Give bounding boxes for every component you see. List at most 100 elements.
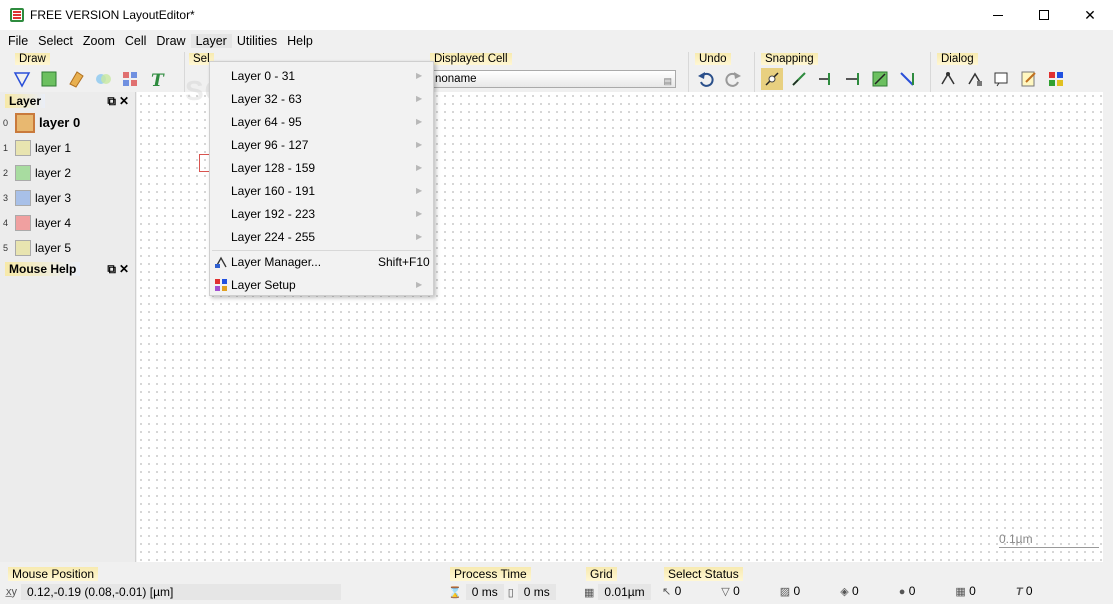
text-tool-icon[interactable]: T	[146, 68, 168, 90]
menu-utilities[interactable]: Utilities	[232, 34, 282, 48]
float-panel-icon[interactable]: ⧉	[107, 94, 116, 109]
close-panel-icon[interactable]: ✕	[119, 262, 129, 277]
layer-row[interactable]: 5 layer 5	[0, 235, 135, 260]
menu-select[interactable]: Select	[33, 34, 78, 48]
displayed-cell-label: Displayed Cell	[430, 53, 512, 65]
menu-item-label: Layer Manager...	[231, 254, 322, 269]
dialog-toolbar: Dialog	[930, 52, 1070, 92]
cell-tree-icon[interactable]	[964, 68, 986, 90]
select-box-icon: ▨	[779, 586, 791, 598]
menu-item-layer-range[interactable]: Layer 192 - 223 ▶	[210, 202, 433, 225]
snap-middle-icon[interactable]	[842, 68, 864, 90]
properties-icon[interactable]	[937, 68, 959, 90]
maximize-button[interactable]	[1021, 0, 1067, 30]
layer-name: layer 4	[35, 215, 72, 230]
menu-help[interactable]: Help	[282, 34, 318, 48]
layer-name: layer 2	[35, 165, 72, 180]
select-count: 0	[1025, 584, 1033, 598]
submenu-arrow-icon: ▶	[416, 94, 423, 103]
layer-row[interactable]: 1 layer 1	[0, 135, 135, 160]
layer-manager-icon	[214, 255, 228, 269]
layer-dock: Layer ⧉ ✕ 0 layer 0 1 layer 1 2 layer 2 3…	[0, 92, 136, 562]
scale-bar-line	[999, 547, 1099, 548]
mouse-help-panel-title: Mouse Help	[5, 262, 81, 276]
undo-toolbar: Undo	[688, 52, 750, 92]
submenu-arrow-icon: ▶	[416, 71, 423, 80]
maximize-icon	[1039, 10, 1049, 20]
macro-editor-icon[interactable]	[1018, 68, 1040, 90]
close-icon: ✕	[1084, 6, 1096, 23]
draw-toolbar: Draw T	[9, 52, 184, 92]
float-panel-icon[interactable]: ⧉	[107, 262, 116, 277]
select-count: 0	[733, 584, 740, 598]
menu-file[interactable]: File	[3, 34, 33, 48]
circle-tool-icon[interactable]	[92, 68, 114, 90]
grid-label: Grid	[586, 567, 617, 581]
minimize-button[interactable]	[975, 0, 1021, 30]
submenu-arrow-icon: ▶	[416, 163, 423, 172]
snap-free-icon[interactable]	[761, 68, 783, 90]
menu-item-shortcut: Shift+F10	[378, 254, 430, 269]
select-circle-icon: ●	[898, 586, 906, 598]
mouse-help-panel-header: Mouse Help ⧉ ✕	[0, 260, 135, 278]
info-icon[interactable]	[991, 68, 1013, 90]
menu-item-layer-manager[interactable]: Layer Manager... Shift+F10	[210, 250, 433, 273]
path-tool-icon[interactable]	[65, 68, 87, 90]
menu-bar: File Select Zoom Cell Draw Layer Utiliti…	[0, 30, 1113, 52]
select-count: 0	[969, 584, 976, 598]
draw-toolbar-label: Draw	[15, 53, 50, 65]
layer-row[interactable]: 0 layer 0	[0, 110, 135, 135]
displayed-cell-select[interactable]: noname ▤	[430, 70, 676, 88]
snap-point-icon[interactable]	[788, 68, 810, 90]
layer-name: layer 3	[35, 190, 72, 205]
menu-item-layer-range[interactable]: Layer 224 - 255 ▶	[210, 225, 433, 248]
menu-item-label: Layer Setup	[231, 277, 296, 292]
layer-swatch	[15, 112, 35, 133]
color-palette-icon[interactable]	[1045, 68, 1067, 90]
menu-item-layer-setup[interactable]: Layer Setup ▶	[210, 273, 433, 296]
select-count: 0	[852, 584, 859, 598]
process-time-value: 0 ms	[465, 584, 504, 600]
snap-grid-icon[interactable]	[869, 68, 891, 90]
minimize-icon	[993, 14, 1003, 16]
menu-item-label: Layer 64 - 95	[231, 114, 302, 129]
scale-bar: 0.1µm	[999, 532, 1099, 548]
layer-swatch	[15, 189, 31, 206]
snapping-toolbar: Snapping	[754, 52, 926, 92]
displayed-cell-value: noname	[435, 73, 477, 85]
layer-row[interactable]: 3 layer 3	[0, 185, 135, 210]
layer-name: layer 0	[39, 115, 81, 130]
close-panel-icon[interactable]: ✕	[119, 94, 129, 109]
xy-icon: x̲y	[6, 586, 17, 598]
box-tool-icon[interactable]	[38, 68, 60, 90]
submenu-arrow-icon: ▶	[416, 232, 423, 241]
menu-item-layer-range[interactable]: Layer 32 - 63 ▶	[210, 87, 433, 110]
layer-row[interactable]: 2 layer 2	[0, 160, 135, 185]
layer-row[interactable]: 4 layer 4	[0, 210, 135, 235]
grid-section: Grid ▦ 0.01µm	[580, 564, 656, 602]
menu-item-label: Layer 160 - 191	[231, 183, 316, 198]
menu-item-layer-range[interactable]: Layer 64 - 95 ▶	[210, 110, 433, 133]
menu-draw[interactable]: Draw	[151, 34, 190, 48]
undo-icon[interactable]	[695, 68, 717, 90]
redo-icon[interactable]	[722, 68, 744, 90]
layer-number: 1	[3, 142, 9, 153]
menu-zoom[interactable]: Zoom	[78, 34, 120, 48]
menu-item-layer-range[interactable]: Layer 128 - 159 ▶	[210, 156, 433, 179]
array-tool-icon[interactable]	[119, 68, 141, 90]
submenu-arrow-icon: ▶	[416, 140, 423, 149]
layer-swatch	[15, 139, 31, 156]
menu-layer[interactable]: Layer	[190, 34, 232, 48]
layer-name: layer 1	[35, 140, 72, 155]
mouse-position-value: 0.12,-0.19 (0.08,-0.01) [µm]	[21, 584, 341, 600]
snap-edge-icon[interactable]	[815, 68, 837, 90]
menu-item-layer-range[interactable]: Layer 96 - 127 ▶	[210, 133, 433, 156]
menu-cell[interactable]: Cell	[120, 34, 152, 48]
menu-item-layer-range[interactable]: Layer 0 - 31 ▶	[210, 64, 433, 87]
snap-angle-icon[interactable]	[896, 68, 918, 90]
menu-item-layer-range[interactable]: Layer 160 - 191 ▶	[210, 179, 433, 202]
undo-toolbar-label: Undo	[695, 53, 731, 65]
polygon-tool-icon[interactable]	[11, 68, 33, 90]
vertical-scrollbar[interactable]	[1103, 92, 1113, 562]
close-button[interactable]: ✕	[1067, 0, 1113, 30]
